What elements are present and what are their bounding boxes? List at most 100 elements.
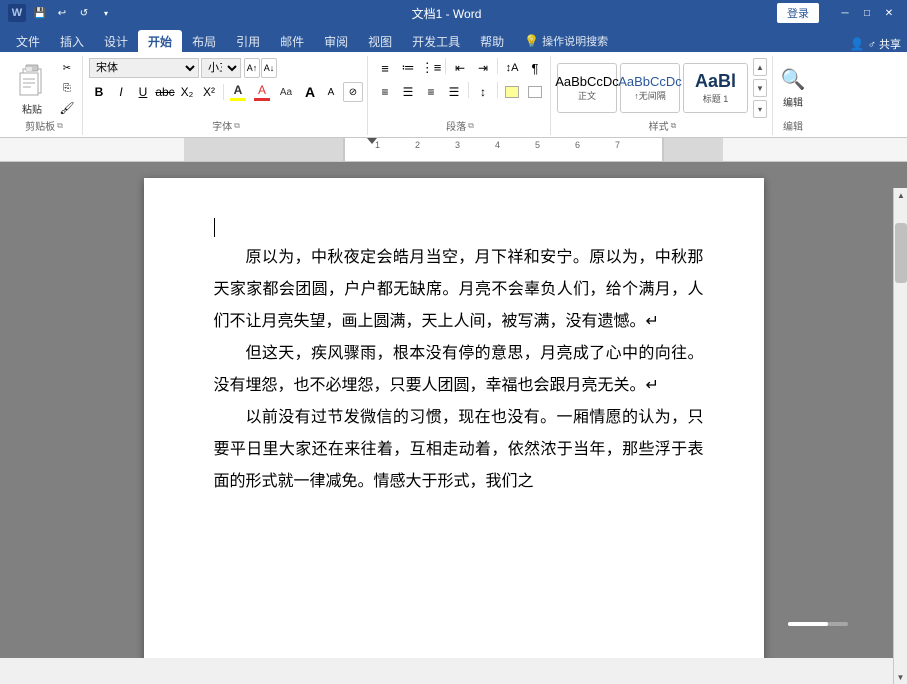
border-button[interactable] [524,82,546,102]
subscript-button[interactable]: X₂ [177,82,197,102]
page-wrapper[interactable]: 原以为，中秋夜定会皓月当空，月下祥和安宁。原以为，中秋那天家家都会团圆，户户都无… [0,162,907,658]
scroll-up-button[interactable]: ▲ [894,188,907,202]
align-left-button[interactable]: ≡ [374,82,396,102]
search-tab[interactable]: 💡 操作说明搜索 [514,30,618,52]
shading-button[interactable] [501,82,523,102]
tab-home[interactable]: 开始 [138,30,182,52]
underline-button[interactable]: U [133,82,153,102]
paragraph-dialog-button[interactable]: ⧉ [468,121,474,131]
clipboard-small-buttons: ✂ ⎘ 🖌 [56,59,78,118]
ruler: 1 2 3 4 5 6 7 [0,138,907,162]
title-bar-left: W 💾 ↩ ↺ ▾ [8,3,116,23]
superscript-button[interactable]: X² [199,82,219,102]
decrease-indent-button[interactable]: ⇤ [449,58,471,78]
tab-mailings[interactable]: 邮件 [270,30,314,52]
scroll-thumb[interactable] [895,223,907,283]
paste-button[interactable]: 粘贴 [10,59,54,118]
tab-design[interactable]: 设计 [94,30,138,52]
sort-button[interactable]: ↕A [501,58,523,78]
ruler-body: 1 2 3 4 5 6 7 [344,138,663,161]
align-right-button[interactable]: ≡ [420,82,442,102]
style-heading1[interactable]: AaBl 标题 1 [683,63,748,113]
vertical-scrollbar[interactable]: ▲ ▼ [893,188,907,684]
close-button[interactable]: ✕ [879,3,899,23]
tab-insert[interactable]: 插入 [50,30,94,52]
grow-font-button[interactable]: A [300,82,320,102]
restore-button[interactable]: □ [857,3,877,23]
text-color-button[interactable]: A [228,82,248,102]
paragraph-group: ≡ ≔ ⋮≡ ⇤ ⇥ ↕A ¶ ≡ ☰ ≡ ☰ ↕ [370,56,551,135]
font-size-select[interactable]: 小三 三号 四号 [201,58,241,78]
save-button[interactable]: 💾 [30,3,50,23]
styles-group-label: 样式 ⧉ [557,118,768,133]
styles-dialog-button[interactable]: ⧉ [671,121,677,131]
clear-formatting-button[interactable]: ⊘ [343,82,363,102]
show-formatting-button[interactable]: ¶ [524,58,546,78]
font-row-2: B I U abc X₂ X² A A Aa A [89,82,363,102]
styles-navigation: ▲ ▼ ▾ [753,58,767,118]
style-normal[interactable]: AaBbCcDc 正文 [557,63,617,113]
scroll-down-button[interactable]: ▼ [894,670,907,684]
title-bar-title: 文档1 - Word [116,5,777,22]
ribbon-content: 粘贴 ✂ ⎘ 🖌 剪贴板 ⧉ 宋体 微软雅黑 黑体 [0,52,907,138]
align-center-button[interactable]: ☰ [397,82,419,102]
tab-references[interactable]: 引用 [226,30,270,52]
style-no-spacing[interactable]: AaBbCcDc ↑无间隔 [620,63,680,113]
clipboard-group-label: 剪贴板 ⧉ [10,118,78,133]
tab-view[interactable]: 视图 [358,30,402,52]
increase-indent-button[interactable]: ⇥ [472,58,494,78]
minimize-button[interactable]: ─ [835,3,855,23]
paragraph-2: 但这天，疾风骤雨，根本没有停的意思，月亮成了心中的向往。没有埋怨，也不必埋怨，只… [214,338,704,402]
cursor-line [214,218,704,238]
numbering-button[interactable]: ≔ [397,58,419,78]
zoom-slider[interactable] [788,622,848,626]
styles-scroll-up[interactable]: ▲ [753,58,767,76]
styles-scroll-down[interactable]: ▼ [753,79,767,97]
paragraph-group-top: ≡ ≔ ⋮≡ ⇤ ⇥ ↕A ¶ ≡ ☰ ≡ ☰ ↕ [374,58,546,118]
paste-label: 粘贴 [22,101,42,116]
tab-layout[interactable]: 布局 [182,30,226,52]
quick-access-more[interactable]: ▾ [96,3,116,23]
styles-expand[interactable]: ▾ [753,100,767,118]
share-button[interactable]: 👤 ♂ 共享 [850,36,901,52]
paragraph-1: 原以为，中秋夜定会皓月当空，月下祥和安宁。原以为，中秋那天家家都会团圆，户户都无… [214,242,704,338]
clipboard-dialog-button[interactable]: ⧉ [57,121,63,131]
font-name-select[interactable]: 宋体 微软雅黑 黑体 [89,58,199,78]
tab-developer[interactable]: 开发工具 [402,30,470,52]
copy-button[interactable]: ⎘ [56,79,78,97]
shrink-font-button[interactable]: A [321,82,341,102]
justify-button[interactable]: ☰ [443,82,465,102]
italic-button[interactable]: I [111,82,131,102]
tab-help[interactable]: 帮助 [470,30,514,52]
line-spacing-button[interactable]: ↕ [472,82,494,102]
bullets-button[interactable]: ≡ [374,58,396,78]
title-bar: W 💾 ↩ ↺ ▾ 文档1 - Word 登录 ─ □ ✕ [0,0,907,26]
font-color-button[interactable]: Aa [276,82,296,102]
increase-font-button[interactable]: A↑ [244,58,260,78]
quick-access-toolbar: 💾 ↩ ↺ ▾ [30,3,116,23]
decrease-font-button[interactable]: A↓ [261,58,277,78]
font-row-1: 宋体 微软雅黑 黑体 小三 三号 四号 A↑ A↓ [89,58,277,78]
clipboard-group: 粘贴 ✂ ⎘ 🖌 剪贴板 ⧉ [6,56,83,135]
format-painter-button[interactable]: 🖌 [56,99,78,117]
undo-button[interactable]: ↩ [52,3,72,23]
find-replace-button[interactable]: 🔍 编辑 [779,62,807,114]
document-text[interactable]: 原以为，中秋夜定会皓月当空，月下祥和安宁。原以为，中秋那天家家都会团圆，户户都无… [214,242,704,498]
font-group: 宋体 微软雅黑 黑体 小三 三号 四号 A↑ A↓ B [85,56,368,135]
bold-button[interactable]: B [89,82,109,102]
redo-button[interactable]: ↺ [74,3,94,23]
highlight-color-button[interactable]: A [252,82,272,102]
tab-file[interactable]: 文件 [6,30,50,52]
login-button[interactable]: 登录 [777,3,819,23]
tab-review[interactable]: 审阅 [314,30,358,52]
para-row-1: ≡ ≔ ⋮≡ ⇤ ⇥ ↕A ¶ [374,58,546,78]
ruler-left-margin [184,138,344,161]
font-group-top: 宋体 微软雅黑 黑体 小三 三号 四号 A↑ A↓ B [89,58,363,118]
multilevel-list-button[interactable]: ⋮≡ [420,58,442,78]
first-line-indent[interactable] [367,138,377,144]
font-dialog-button[interactable]: ⧉ [234,121,240,131]
cut-button[interactable]: ✂ [56,59,78,77]
ruler-right-margin [663,138,723,161]
strikethrough-button[interactable]: abc [155,82,175,102]
document-area: 原以为，中秋夜定会皓月当空，月下祥和安宁。原以为，中秋那天家家都会团圆，户户都无… [0,162,907,614]
